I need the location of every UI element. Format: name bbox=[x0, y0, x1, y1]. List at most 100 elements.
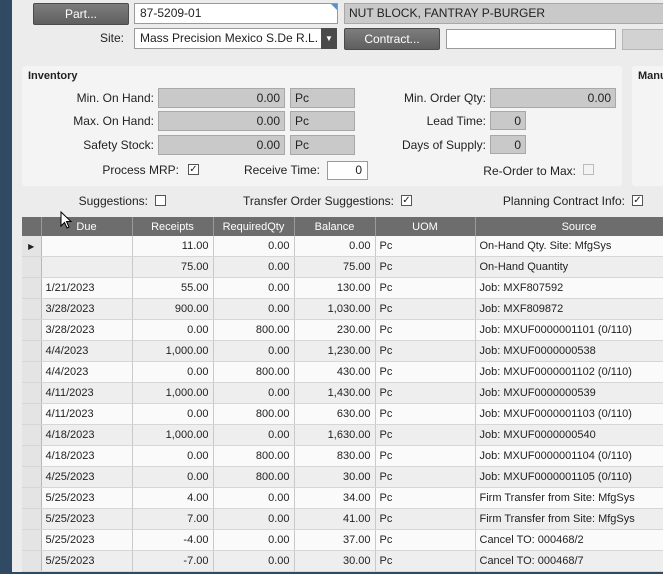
part-number-input[interactable]: 87-5209-01 bbox=[134, 3, 338, 24]
table-cell-source[interactable]: Job: MXF807592 bbox=[475, 277, 663, 299]
table-cell-due[interactable]: 5/25/2023 bbox=[41, 529, 133, 551]
row-selector[interactable] bbox=[22, 298, 42, 320]
row-selector[interactable] bbox=[22, 487, 42, 509]
table-cell-requiredqty[interactable]: 0.00 bbox=[213, 256, 295, 278]
table-cell-receipts[interactable]: 1,000.00 bbox=[132, 340, 214, 362]
table-cell-source[interactable]: Cancel TO: 000468/2 bbox=[475, 529, 663, 551]
table-row[interactable]: 4/4/2023 0.00 800.00 430.00 Pc Job: MXUF00000… bbox=[22, 361, 663, 383]
table-cell-balance[interactable]: 1,230.00 bbox=[294, 340, 376, 362]
row-selector[interactable] bbox=[22, 550, 42, 572]
table-cell-uom[interactable]: Pc bbox=[375, 361, 476, 383]
table-cell-due[interactable]: 5/25/2023 bbox=[41, 508, 133, 530]
table-cell-requiredqty[interactable]: 800.00 bbox=[213, 361, 295, 383]
table-cell-uom[interactable]: Pc bbox=[375, 298, 476, 320]
table-cell-uom[interactable]: Pc bbox=[375, 466, 476, 488]
table-cell-uom[interactable]: Pc bbox=[375, 340, 476, 362]
table-cell-source[interactable]: Job: MXUF0000001105 (0/110) bbox=[475, 466, 663, 488]
table-cell-source[interactable]: Job: MXUF0000001102 (0/110) bbox=[475, 361, 663, 383]
receive-time-input[interactable]: 0 bbox=[327, 161, 368, 180]
table-cell-uom[interactable]: Pc bbox=[375, 424, 476, 446]
contract-input[interactable] bbox=[446, 29, 616, 49]
table-row[interactable]: 5/25/2023 -4.00 0.00 37.00 Pc Cancel TO: 0004… bbox=[22, 529, 663, 551]
table-cell-uom[interactable]: Pc bbox=[375, 236, 476, 257]
table-row[interactable]: 4/25/2023 0.00 800.00 30.00 Pc Job: MXUF00000… bbox=[22, 466, 663, 488]
table-cell-requiredqty[interactable]: 0.00 bbox=[213, 529, 295, 551]
table-cell-due[interactable]: 4/11/2023 bbox=[41, 403, 133, 425]
row-selector[interactable] bbox=[22, 403, 42, 425]
table-cell-balance[interactable]: 0.00 bbox=[294, 236, 376, 257]
table-cell-receipts[interactable]: 4.00 bbox=[132, 487, 214, 509]
table-cell-receipts[interactable]: 1,000.00 bbox=[132, 424, 214, 446]
table-cell-source[interactable]: Firm Transfer from Site: MfgSys bbox=[475, 487, 663, 509]
table-cell-uom[interactable]: Pc bbox=[375, 382, 476, 404]
table-cell-source[interactable]: Job: MXUF0000001104 (0/110) bbox=[475, 445, 663, 467]
table-cell-receipts[interactable]: 1,000.00 bbox=[132, 382, 214, 404]
row-selector[interactable] bbox=[22, 382, 42, 404]
table-cell-source[interactable]: Cancel TO: 000468/7 bbox=[475, 550, 663, 572]
table-cell-source[interactable]: Job: MXUF0000000538 bbox=[475, 340, 663, 362]
row-selector[interactable] bbox=[22, 256, 42, 278]
table-cell-due[interactable]: 4/18/2023 bbox=[41, 445, 133, 467]
column-header-source[interactable]: Source bbox=[475, 217, 663, 236]
table-row[interactable]: 4/11/2023 0.00 800.00 630.00 Pc Job: MXUF0000… bbox=[22, 403, 663, 425]
table-cell-uom[interactable]: Pc bbox=[375, 403, 476, 425]
table-cell-uom[interactable]: Pc bbox=[375, 487, 476, 509]
column-header-receipts[interactable]: Receipts bbox=[132, 217, 214, 236]
table-cell-balance[interactable]: 34.00 bbox=[294, 487, 376, 509]
chevron-down-icon[interactable]: ▼ bbox=[321, 28, 337, 49]
table-cell-uom[interactable]: Pc bbox=[375, 445, 476, 467]
table-cell-balance[interactable]: 75.00 bbox=[294, 256, 376, 278]
row-selector[interactable] bbox=[22, 361, 42, 383]
table-cell-balance[interactable]: 630.00 bbox=[294, 403, 376, 425]
site-select[interactable]: Mass Precision Mexico S.De R.L. D bbox=[134, 28, 322, 49]
table-cell-requiredqty[interactable]: 0.00 bbox=[213, 487, 295, 509]
table-cell-requiredqty[interactable]: 800.00 bbox=[213, 466, 295, 488]
table-cell-source[interactable]: On-Hand Qty. Site: MfgSys bbox=[475, 236, 663, 257]
table-cell-requiredqty[interactable]: 0.00 bbox=[213, 236, 295, 257]
table-cell-balance[interactable]: 1,630.00 bbox=[294, 424, 376, 446]
table-cell-uom[interactable]: Pc bbox=[375, 256, 476, 278]
table-cell-balance[interactable]: 30.00 bbox=[294, 550, 376, 572]
table-row[interactable]: 3/28/2023 0.00 800.00 230.00 Pc Job: MXUF0000… bbox=[22, 319, 663, 341]
table-cell-due[interactable]: 4/25/2023 bbox=[41, 466, 133, 488]
column-header-balance[interactable]: Balance bbox=[294, 217, 376, 236]
table-cell-receipts[interactable]: 55.00 bbox=[132, 277, 214, 299]
table-cell-source[interactable]: Job: MXF809872 bbox=[475, 298, 663, 320]
part-button[interactable]: Part... bbox=[33, 3, 129, 25]
table-cell-uom[interactable]: Pc bbox=[375, 529, 476, 551]
row-selector[interactable] bbox=[22, 445, 42, 467]
table-cell-uom[interactable]: Pc bbox=[375, 508, 476, 530]
table-cell-receipts[interactable]: 11.00 bbox=[132, 236, 214, 257]
table-cell-source[interactable]: On-Hand Quantity bbox=[475, 256, 663, 278]
table-cell-due[interactable]: 4/11/2023 bbox=[41, 382, 133, 404]
table-cell-balance[interactable]: 1,030.00 bbox=[294, 298, 376, 320]
row-selector[interactable] bbox=[22, 529, 42, 551]
table-cell-source[interactable]: Firm Transfer from Site: MfgSys bbox=[475, 508, 663, 530]
table-cell-requiredqty[interactable]: 800.00 bbox=[213, 403, 295, 425]
table-cell-due[interactable]: 5/25/2023 bbox=[41, 487, 133, 509]
row-selector[interactable]: ▶ bbox=[22, 236, 42, 257]
table-cell-due[interactable]: 1/21/2023 bbox=[41, 277, 133, 299]
table-cell-balance[interactable]: 230.00 bbox=[294, 319, 376, 341]
table-cell-source[interactable]: Job: MXUF0000000540 bbox=[475, 424, 663, 446]
table-row[interactable]: 75.00 0.00 75.00 Pc On-Hand Quantity bbox=[22, 256, 663, 278]
table-cell-requiredqty[interactable]: 0.00 bbox=[213, 424, 295, 446]
table-cell-source[interactable]: Job: MXUF0000001101 (0/110) bbox=[475, 319, 663, 341]
table-row[interactable]: 5/25/2023 7.00 0.00 41.00 Pc Firm Transfer fr… bbox=[22, 508, 663, 530]
table-cell-receipts[interactable]: 900.00 bbox=[132, 298, 214, 320]
table-cell-balance[interactable]: 130.00 bbox=[294, 277, 376, 299]
table-cell-requiredqty[interactable]: 0.00 bbox=[213, 298, 295, 320]
table-row[interactable]: 4/18/2023 0.00 800.00 830.00 Pc Job: MXUF0000… bbox=[22, 445, 663, 467]
table-cell-receipts[interactable]: -7.00 bbox=[132, 550, 214, 572]
row-selector[interactable] bbox=[22, 319, 42, 341]
row-selector[interactable] bbox=[22, 277, 42, 299]
table-row[interactable]: 5/25/2023 -7.00 0.00 30.00 Pc Cancel TO: 0004… bbox=[22, 550, 663, 572]
column-header-uom[interactable]: UOM bbox=[375, 217, 476, 236]
table-cell-source[interactable]: Job: MXUF0000001103 (0/110) bbox=[475, 403, 663, 425]
table-cell-balance[interactable]: 41.00 bbox=[294, 508, 376, 530]
table-row[interactable]: 3/28/2023 900.00 0.00 1,030.00 Pc Job: MXF809… bbox=[22, 298, 663, 320]
table-cell-uom[interactable]: Pc bbox=[375, 550, 476, 572]
table-row[interactable]: 4/4/2023 1,000.00 0.00 1,230.00 Pc Job: MXUF0… bbox=[22, 340, 663, 362]
row-selector[interactable] bbox=[22, 424, 42, 446]
table-cell-receipts[interactable]: 0.00 bbox=[132, 403, 214, 425]
